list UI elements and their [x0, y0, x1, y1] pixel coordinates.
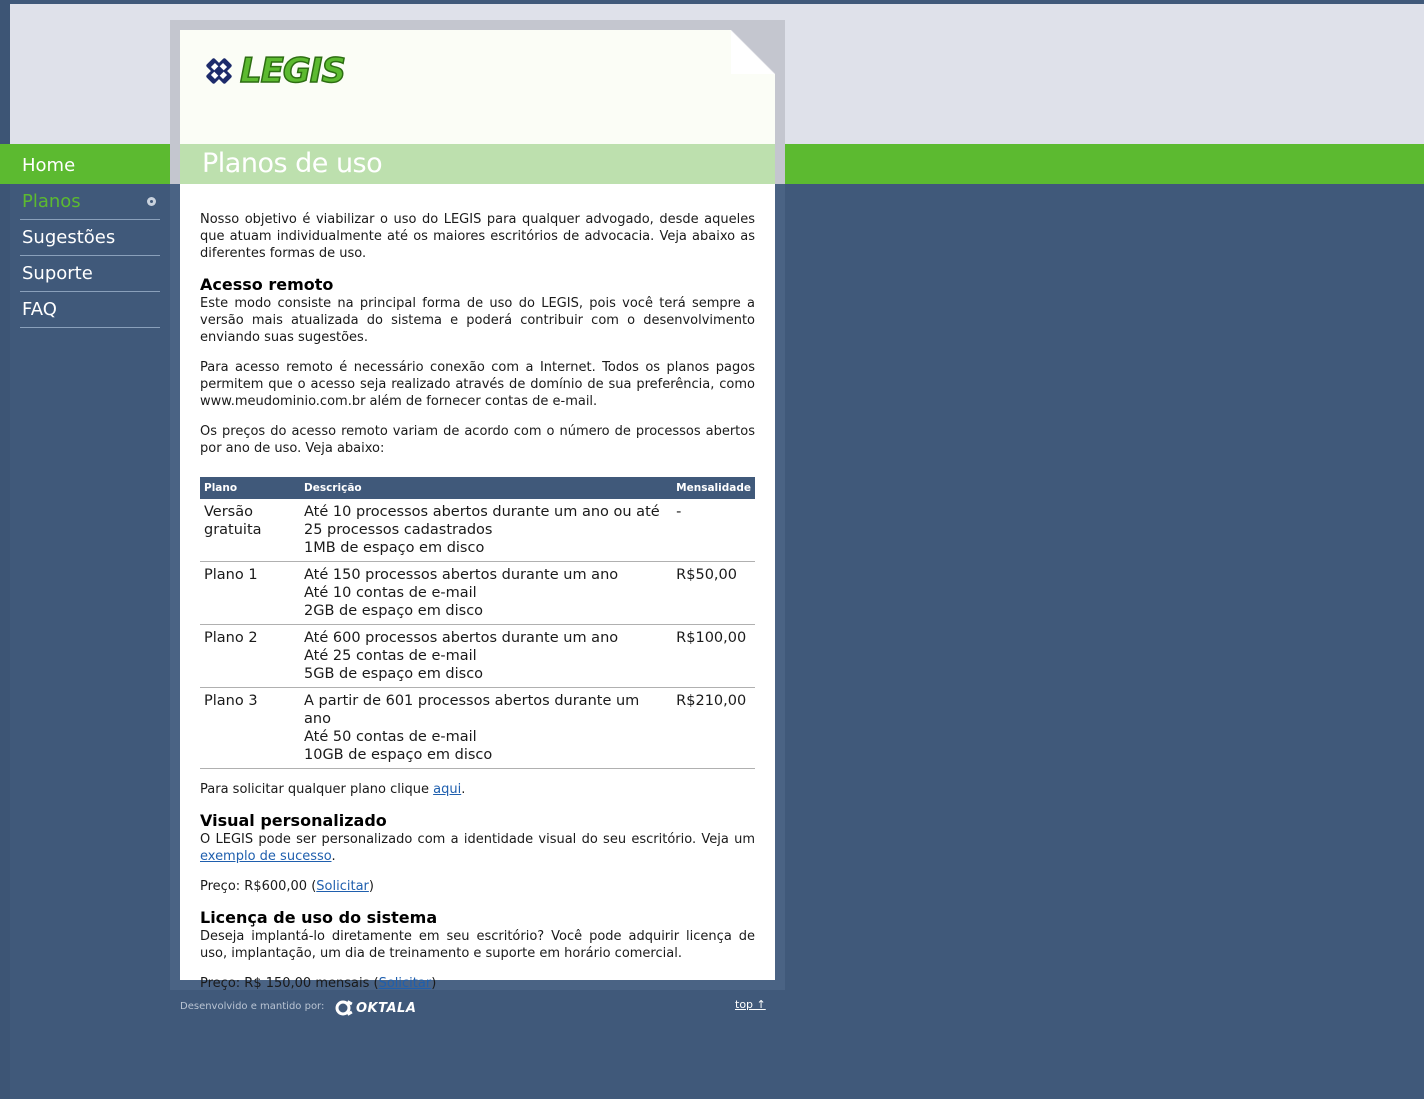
- footer-credit: Desenvolvido e mantido por:: [180, 1001, 325, 1012]
- request-plan-text: Para solicitar qualquer plano clique aqu…: [200, 781, 755, 798]
- license-paragraph: Deseja implantá-lo diretamente em seu es…: [200, 929, 755, 961]
- plans-table: Plano Descrição Mensalidade Versão gratu…: [200, 477, 755, 769]
- nav-item-sugestoes[interactable]: Sugestões: [20, 220, 160, 256]
- legis-logo-icon: [206, 58, 232, 84]
- nav-item-home[interactable]: Home: [20, 148, 160, 184]
- visual-price-end: ): [368, 879, 374, 894]
- plan-price: -: [672, 499, 755, 562]
- table-header-row: Plano Descrição Mensalidade: [200, 477, 755, 499]
- section-heading-remote: Acesso remoto: [200, 275, 334, 294]
- nav-item-label: Planos: [22, 191, 81, 212]
- back-to-top-link[interactable]: top ↑: [735, 998, 766, 1011]
- description-line: Até 25 contas de e-mail: [304, 648, 477, 664]
- plan-price: R$210,00: [672, 687, 755, 769]
- visual-price-text: Preço: R$600,00 (: [200, 879, 317, 894]
- visual-text: O LEGIS pode ser personalizado com a ide…: [200, 832, 755, 847]
- license-price-text: Preço: R$ 150,00 mensais (: [200, 976, 379, 991]
- remote-paragraph-3: Os preços do acesso remoto variam de aco…: [200, 424, 755, 456]
- plan-name: Versão gratuita: [200, 499, 300, 562]
- description-line: Até 10 contas de e-mail: [304, 585, 477, 601]
- remote-paragraph-2: Para acesso remoto é necessário conexão …: [200, 360, 755, 409]
- description-line: Até 150 processos abertos durante um ano: [304, 567, 619, 583]
- visual-request-link[interactable]: Solicitar: [316, 879, 369, 894]
- description-line: Até 600 processos abertos durante um ano: [304, 630, 619, 646]
- oktala-logo-icon: [335, 1000, 353, 1016]
- plan-description: Até 150 processos abertos durante um ano…: [300, 561, 673, 625]
- oktala-wordmark: OKTALA: [356, 1000, 417, 1016]
- description-line: A partir de 601 processos abertos durant…: [304, 693, 640, 727]
- table-row: Plano 2 Até 600 processos abertos durant…: [200, 624, 755, 688]
- page-corner-fold: [731, 30, 775, 74]
- column-header-description: Descrição: [300, 477, 673, 499]
- section-heading-license: Licença de uso do sistema: [200, 908, 438, 927]
- active-bullet-icon: [147, 197, 156, 206]
- page-title: Planos de uso: [202, 148, 383, 179]
- main-content: Nosso objetivo é viabilizar o uso do LEG…: [200, 211, 755, 1005]
- success-example-link[interactable]: exemplo de sucesso: [200, 849, 332, 864]
- visual-price: Preço: R$600,00 (Solicitar): [200, 878, 755, 895]
- sidebar-nav: Home Planos Sugestões Suporte FAQ: [20, 148, 160, 328]
- request-text-end: .: [461, 782, 466, 797]
- oktala-logo[interactable]: OKTALA: [334, 998, 416, 1018]
- plan-description: A partir de 601 processos abertos durant…: [300, 687, 673, 769]
- license-price-end: ): [431, 976, 437, 991]
- plan-name: Plano 2: [200, 624, 300, 688]
- plan-name: Plano 3: [200, 687, 300, 769]
- remote-paragraph-1: Este modo consiste na principal forma de…: [200, 296, 755, 345]
- table-row: Versão gratuita Até 10 processos abertos…: [200, 499, 755, 562]
- plan-description: Até 600 processos abertos durante um ano…: [300, 624, 673, 688]
- description-line: 1MB de espaço em disco: [304, 540, 485, 556]
- description-line: 2GB de espaço em disco: [304, 603, 484, 619]
- license-price: Preço: R$ 150,00 mensais (Solicitar): [200, 975, 755, 992]
- nav-item-planos[interactable]: Planos: [20, 184, 160, 220]
- legis-logo[interactable]: LEGIS: [200, 50, 347, 92]
- plan-description: Até 10 processos abertos durante um ano …: [300, 499, 673, 562]
- license-request-link[interactable]: Solicitar: [379, 976, 432, 991]
- nav-item-suporte[interactable]: Suporte: [20, 256, 160, 292]
- visual-paragraph: O LEGIS pode ser personalizado com a ide…: [200, 831, 755, 865]
- section-heading-visual: Visual personalizado: [200, 811, 387, 830]
- description-line: Até 50 contas de e-mail: [304, 729, 477, 745]
- plan-price: R$50,00: [672, 561, 755, 625]
- logo-wordmark: LEGIS: [239, 50, 346, 92]
- description-line: 10GB de espaço em disco: [304, 747, 493, 763]
- plan-price: R$100,00: [672, 624, 755, 688]
- plan-name: Plano 1: [200, 561, 300, 625]
- visual-text-end: .: [331, 849, 336, 864]
- request-text: Para solicitar qualquer plano clique: [200, 782, 434, 797]
- intro-text: Nosso objetivo é viabilizar o uso do LEG…: [200, 212, 755, 261]
- column-header-price: Mensalidade: [672, 477, 755, 499]
- table-row: Plano 3 A partir de 601 processos aberto…: [200, 687, 755, 769]
- table-row: Plano 1 Até 150 processos abertos durant…: [200, 561, 755, 625]
- description-line: 5GB de espaço em disco: [304, 666, 484, 682]
- column-header-plan: Plano: [200, 477, 300, 499]
- nav-item-faq[interactable]: FAQ: [20, 292, 160, 328]
- description-line: Até 10 processos abertos durante um ano …: [304, 504, 660, 538]
- request-plan-link[interactable]: aqui: [433, 782, 461, 797]
